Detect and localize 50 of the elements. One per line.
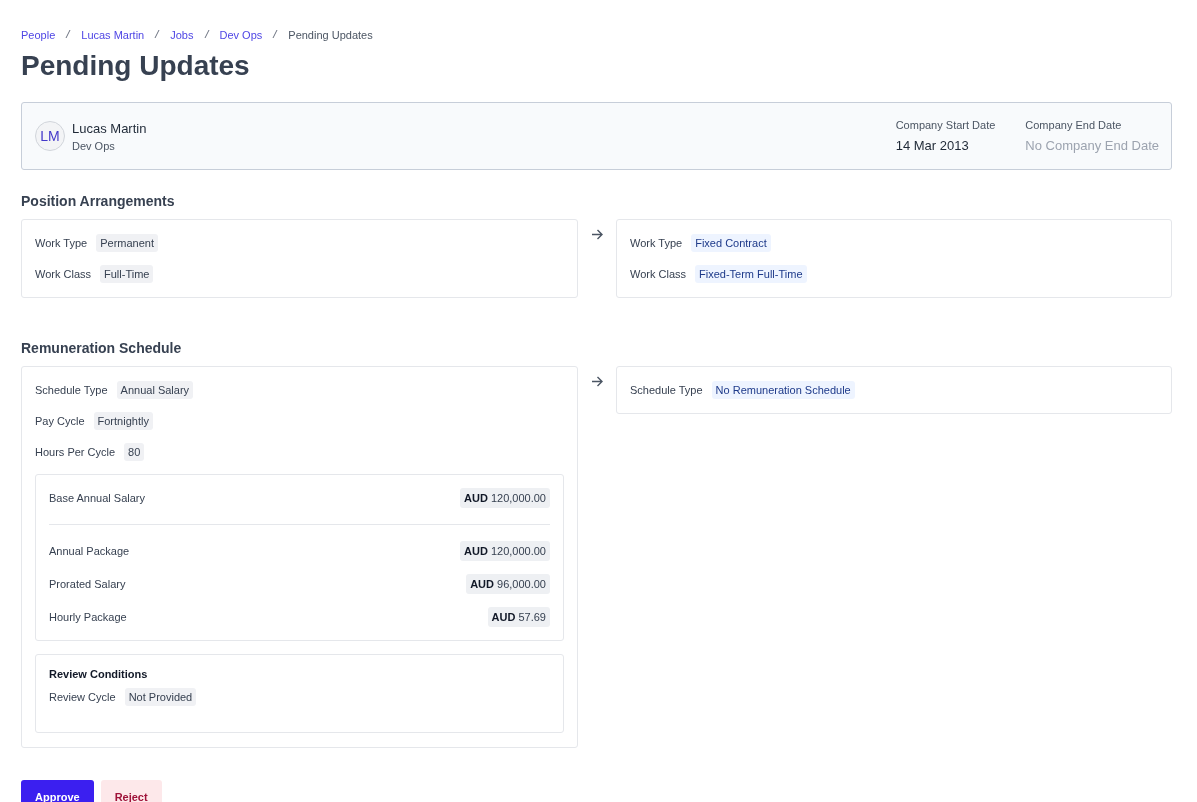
breadcrumb-link[interactable]: Lucas Martin <box>81 29 145 41</box>
field-value: Fixed Contract <box>691 234 771 252</box>
date-label: Company Start Date <box>895 119 996 131</box>
salary-amount: AUD 96,000.00 <box>466 574 550 594</box>
breadcrumb-link[interactable]: Dev Ops <box>219 29 263 41</box>
field-value: Fortnightly <box>93 412 153 430</box>
field-value: Annual Salary <box>116 381 194 399</box>
avatar: LM <box>35 121 65 151</box>
field-label: Schedule Type <box>35 384 108 396</box>
field-value: Not Provided <box>124 688 197 706</box>
page-title: Pending Updates <box>21 50 251 82</box>
breadcrumb-separator-icon <box>65 29 72 41</box>
field-value: Permanent <box>96 234 158 252</box>
approve-button[interactable]: Approve <box>21 780 94 802</box>
reject-button[interactable]: Reject <box>100 780 162 802</box>
breadcrumb-link[interactable]: People <box>21 29 56 41</box>
salary-label: Hourly Package <box>49 611 127 623</box>
field-label: Work Class <box>630 268 687 280</box>
date-value: No Company End Date <box>1025 138 1159 153</box>
review-title: Review Conditions <box>49 668 149 680</box>
field-value: No Remuneration Schedule <box>711 381 855 399</box>
breadcrumb-link[interactable]: Jobs <box>170 29 194 41</box>
breadcrumb-separator-icon <box>154 29 161 41</box>
date-value: 14 Mar 2013 <box>895 138 970 153</box>
field-value: Full-Time <box>100 265 154 283</box>
breadcrumb-separator-icon <box>272 29 279 41</box>
breadcrumb-current: Pending Updates <box>288 29 373 41</box>
salary-amount: AUD 120,000.00 <box>460 541 550 561</box>
date-label: Company End Date <box>1025 119 1123 131</box>
salary-amount: AUD 120,000.00 <box>460 488 550 508</box>
section-heading: Position Arrangements <box>21 193 176 209</box>
field-label: Review Cycle <box>49 691 116 703</box>
arrow-right-icon <box>591 229 603 240</box>
section-heading: Remuneration Schedule <box>21 340 183 356</box>
employee-department: Dev Ops <box>72 139 116 152</box>
field-label: Hours Per Cycle <box>35 446 116 458</box>
field-value: 80 <box>124 443 145 461</box>
salary-amount: AUD 57.69 <box>487 607 550 627</box>
field-value: Fixed-Term Full-Time <box>695 265 807 283</box>
employee-name: Lucas Martin <box>72 120 147 136</box>
field-label: Work Type <box>35 237 88 249</box>
field-label: Work Class <box>35 268 92 280</box>
field-label: Pay Cycle <box>35 415 85 427</box>
field-label: Schedule Type <box>630 384 703 396</box>
salary-label: Prorated Salary <box>49 578 126 590</box>
field-label: Work Type <box>630 237 683 249</box>
breadcrumb-separator-icon <box>203 29 210 41</box>
arrow-right-icon <box>591 376 603 387</box>
salary-label: Annual Package <box>49 545 130 557</box>
salary-label: Base Annual Salary <box>49 492 145 504</box>
